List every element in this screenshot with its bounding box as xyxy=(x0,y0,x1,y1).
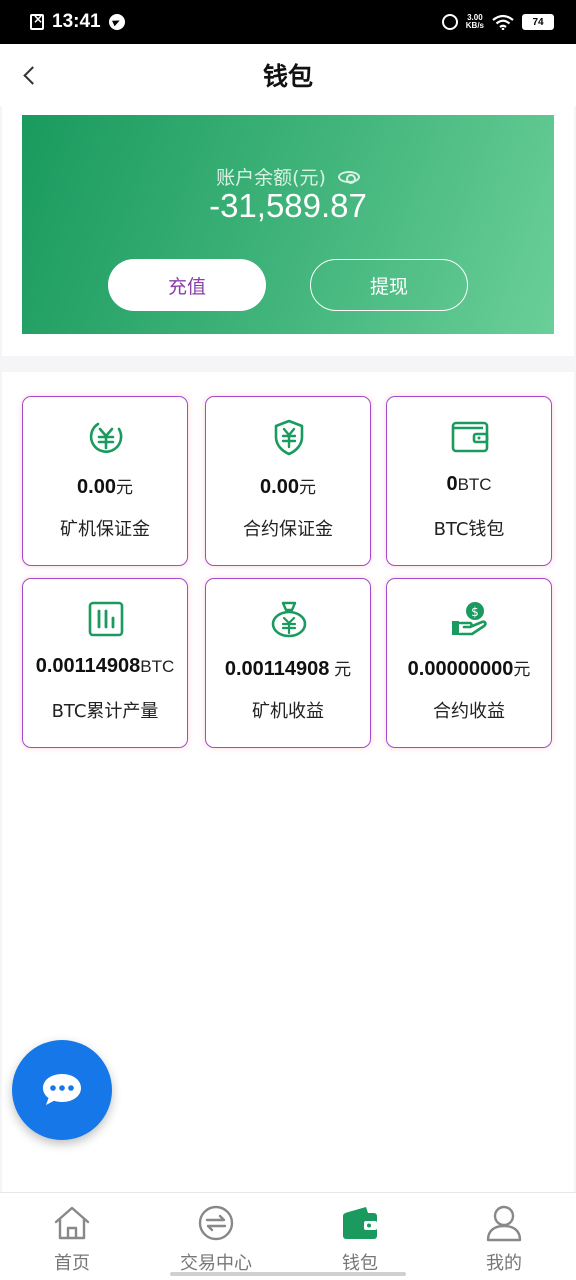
page-title: 钱包 xyxy=(262,62,313,91)
recharge-button[interactable]: 充值 xyxy=(108,259,266,311)
yuan-shield-icon xyxy=(274,419,304,456)
hand-coin-icon: $ xyxy=(452,602,487,636)
balance-card: 账户余额(元) -31,589.87 充值 提现 xyxy=(22,115,554,334)
svg-text:$: $ xyxy=(471,605,479,619)
money-bag-icon xyxy=(271,601,307,638)
back-button[interactable] xyxy=(12,56,48,94)
nav-label: 首页 xyxy=(54,1253,90,1274)
stat-label: BTC累计产量 xyxy=(51,701,159,722)
stat-card-btc-output[interactable]: 0.00114908BTC BTC累计产量 xyxy=(22,578,188,748)
wallet-icon xyxy=(451,421,489,453)
stat-label: BTC钱包 xyxy=(433,519,505,540)
user-icon xyxy=(486,1205,522,1242)
balance-label: 账户余额(元) xyxy=(216,167,326,189)
stat-value: 0.00元 xyxy=(260,476,316,498)
network-speed: 3.00 KB/s xyxy=(465,13,484,30)
alarm-icon xyxy=(441,14,458,30)
stat-label: 矿机保证金 xyxy=(60,519,150,540)
stat-card-mining-deposit[interactable]: 0.00元 矿机保证金 xyxy=(22,396,188,566)
chat-bubble-icon xyxy=(43,1074,81,1105)
stat-label: 合约收益 xyxy=(433,701,505,722)
status-time: 13:41 xyxy=(52,11,101,32)
eye-icon[interactable] xyxy=(337,170,360,184)
nav-exchange[interactable]: 交易中心 xyxy=(144,1193,288,1280)
stat-card-mining-income[interactable]: 0.00114908 元 矿机收益 xyxy=(205,578,371,748)
stat-card-contract-deposit[interactable]: 0.00元 合约保证金 xyxy=(205,396,371,566)
top-header: 钱包 xyxy=(0,44,576,106)
withdraw-button[interactable]: 提现 xyxy=(310,259,468,311)
home-icon xyxy=(54,1206,90,1240)
stat-label: 合约保证金 xyxy=(243,519,333,540)
wifi-icon xyxy=(492,14,514,30)
bottom-nav: 首页 交易中心 钱包 我的 xyxy=(0,1192,576,1280)
nav-wallet[interactable]: 钱包 xyxy=(288,1193,432,1280)
chevron-left-icon xyxy=(22,65,42,85)
stat-value: 0.00114908BTC xyxy=(35,655,175,677)
bar-chart-icon xyxy=(88,601,124,637)
nav-label: 我的 xyxy=(486,1253,522,1274)
balance-amount: -31,589.87 xyxy=(209,187,367,224)
stat-value: 0.00元 xyxy=(77,476,133,498)
stat-value: 0BTC xyxy=(446,473,492,495)
yuan-circle-icon xyxy=(89,422,123,453)
balance-section: 账户余额(元) -31,589.87 充值 提现 xyxy=(2,106,574,356)
stat-card-contract-income[interactable]: $ 0.00000000元 合约收益 xyxy=(386,578,552,748)
screenshot-icon xyxy=(30,12,44,30)
exchange-icon xyxy=(198,1205,234,1241)
home-indicator xyxy=(170,1272,406,1276)
status-bar: 13:41 3.00 KB/s 74 xyxy=(0,0,576,44)
chat-button[interactable] xyxy=(12,1040,112,1140)
nav-profile[interactable]: 我的 xyxy=(432,1193,576,1280)
nav-home[interactable]: 首页 xyxy=(0,1193,144,1280)
battery-icon: 74 xyxy=(522,14,554,30)
stat-card-btc-wallet[interactable]: 0BTC BTC钱包 xyxy=(386,396,552,566)
stat-label: 矿机收益 xyxy=(252,701,324,722)
wallet-icon xyxy=(343,1207,377,1239)
telegram-icon xyxy=(108,14,125,30)
stat-value: 0.00000000元 xyxy=(407,658,531,680)
stat-value: 0.00114908 元 xyxy=(224,658,352,680)
